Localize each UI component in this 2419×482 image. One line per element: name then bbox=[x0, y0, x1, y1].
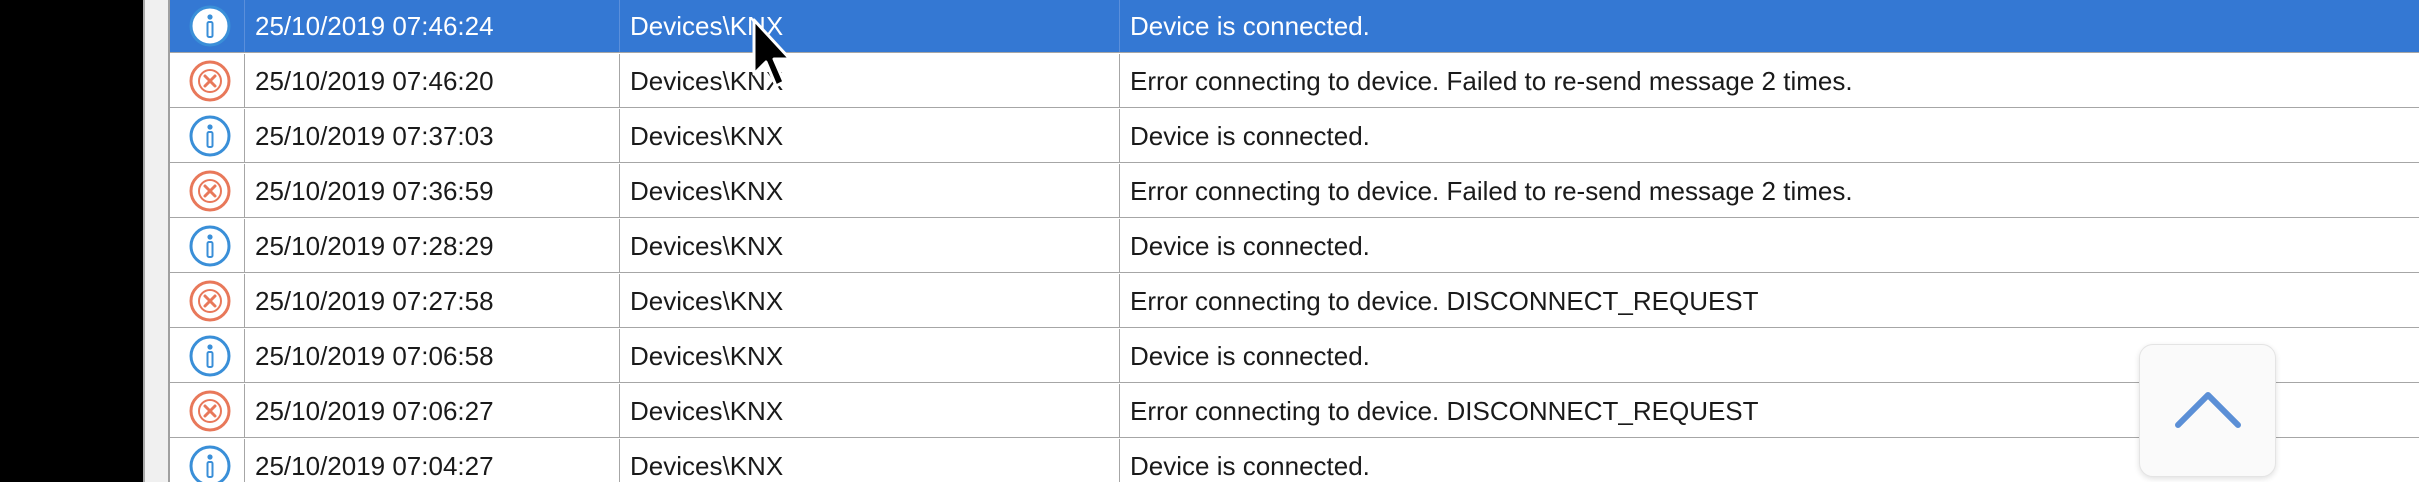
screen: 25/10/2019 07:46:24 Devices\KNX Device is … bbox=[0, 0, 2419, 482]
chevron-up-icon bbox=[2175, 392, 2241, 428]
table-row[interactable]: 25/10/2019 07:06:27 Devices\KNX Error conn… bbox=[170, 384, 2419, 438]
message-cell: Error connecting to device. Failed to re… bbox=[1119, 54, 2419, 107]
message-cell: Device is connected. bbox=[1119, 109, 2419, 162]
info-icon bbox=[188, 444, 232, 482]
message-cell: Device is connected. bbox=[1119, 0, 2419, 52]
source-cell: Devices\KNX bbox=[619, 54, 1119, 107]
error-icon bbox=[188, 169, 232, 213]
table-row[interactable]: 25/10/2019 07:04:27 Devices\KNX Device is … bbox=[170, 439, 2419, 482]
row-icon-cell bbox=[170, 164, 244, 217]
table-row[interactable]: 25/10/2019 07:46:20 Devices\KNX Error conn… bbox=[170, 54, 2419, 108]
error-icon bbox=[188, 59, 232, 103]
info-icon bbox=[188, 334, 232, 378]
message-cell: Error connecting to device. DISCONNECT_R… bbox=[1119, 274, 2419, 327]
scroll-to-top-button[interactable] bbox=[2139, 344, 2276, 477]
timestamp-cell: 25/10/2019 07:46:24 bbox=[244, 0, 619, 52]
timestamp-cell: 25/10/2019 07:06:58 bbox=[244, 329, 619, 382]
row-icon-cell bbox=[170, 439, 244, 482]
table-row[interactable]: 25/10/2019 07:06:58 Devices\KNX Device is … bbox=[170, 329, 2419, 383]
message-cell: Error connecting to device. Failed to re… bbox=[1119, 164, 2419, 217]
timestamp-cell: 25/10/2019 07:36:59 bbox=[244, 164, 619, 217]
timestamp-cell: 25/10/2019 07:37:03 bbox=[244, 109, 619, 162]
table-row[interactable]: 25/10/2019 07:27:58 Devices\KNX Error conn… bbox=[170, 274, 2419, 328]
table-row[interactable]: 25/10/2019 07:36:59 Devices\KNX Error conn… bbox=[170, 164, 2419, 218]
error-icon bbox=[188, 389, 232, 433]
source-cell: Devices\KNX bbox=[619, 109, 1119, 162]
row-icon-cell bbox=[170, 219, 244, 272]
left-margin bbox=[0, 0, 143, 482]
row-icon-cell bbox=[170, 329, 244, 382]
timestamp-cell: 25/10/2019 07:28:29 bbox=[244, 219, 619, 272]
info-icon bbox=[188, 4, 232, 48]
row-icon-cell bbox=[170, 274, 244, 327]
row-icon-cell bbox=[170, 109, 244, 162]
row-icon-cell bbox=[170, 0, 244, 52]
frame-gutter bbox=[145, 0, 170, 482]
message-cell: Device is connected. bbox=[1119, 219, 2419, 272]
source-cell: Devices\KNX bbox=[619, 384, 1119, 437]
row-icon-cell bbox=[170, 384, 244, 437]
table-row[interactable]: 25/10/2019 07:37:03 Devices\KNX Device is … bbox=[170, 109, 2419, 163]
timestamp-cell: 25/10/2019 07:27:58 bbox=[244, 274, 619, 327]
info-icon bbox=[188, 114, 232, 158]
timestamp-cell: 25/10/2019 07:06:27 bbox=[244, 384, 619, 437]
table-row[interactable]: 25/10/2019 07:28:29 Devices\KNX Device is … bbox=[170, 219, 2419, 273]
info-icon bbox=[188, 224, 232, 268]
source-cell: Devices\KNX bbox=[619, 439, 1119, 482]
source-cell: Devices\KNX bbox=[619, 164, 1119, 217]
source-cell: Devices\KNX bbox=[619, 274, 1119, 327]
table-row[interactable]: 25/10/2019 07:46:24 Devices\KNX Device is … bbox=[170, 0, 2419, 53]
source-cell: Devices\KNX bbox=[619, 219, 1119, 272]
timestamp-cell: 25/10/2019 07:46:20 bbox=[244, 54, 619, 107]
timestamp-cell: 25/10/2019 07:04:27 bbox=[244, 439, 619, 482]
event-log-table: 25/10/2019 07:46:24 Devices\KNX Device is … bbox=[170, 0, 2419, 482]
source-cell: Devices\KNX bbox=[619, 0, 1119, 52]
source-cell: Devices\KNX bbox=[619, 329, 1119, 382]
row-icon-cell bbox=[170, 54, 244, 107]
error-icon bbox=[188, 279, 232, 323]
